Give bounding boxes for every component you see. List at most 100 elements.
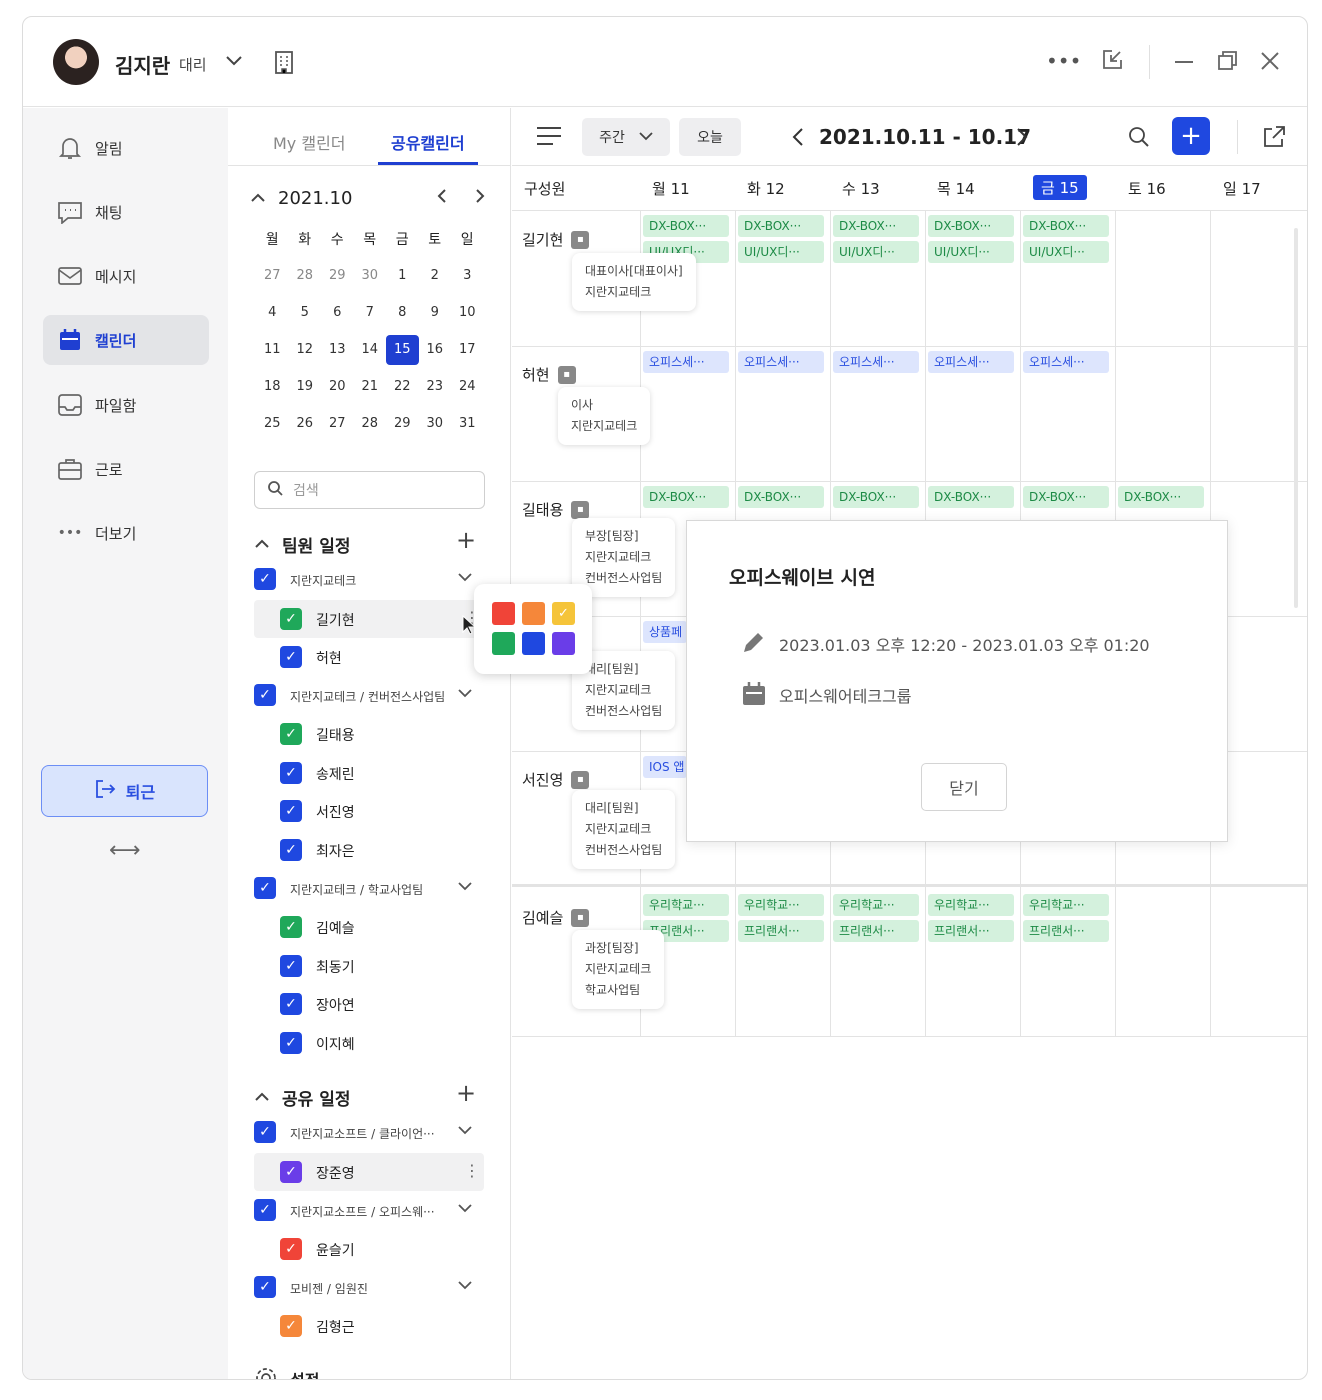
- nav-item-calendar[interactable]: 캘린더: [43, 315, 209, 365]
- event-chip[interactable]: 오피스세···: [643, 351, 729, 373]
- day-cell[interactable]: 17: [451, 342, 484, 357]
- event-chip[interactable]: DX-BOX···: [643, 215, 729, 237]
- event-chip[interactable]: 오피스세···: [738, 351, 824, 373]
- day-cell[interactable]: 9: [419, 305, 452, 320]
- member-name[interactable]: 서진영 ▪: [522, 769, 590, 790]
- checkbox[interactable]: ✓: [254, 877, 276, 899]
- tab-shared-calendar[interactable]: 공유캘린더: [391, 130, 465, 154]
- checkbox[interactable]: ✓: [280, 723, 302, 745]
- day-cell[interactable]: 13: [321, 342, 354, 357]
- chevron-down-icon[interactable]: [458, 570, 472, 586]
- event-chip[interactable]: UI/UX디···: [928, 241, 1014, 263]
- day-header-today[interactable]: 금 15: [1033, 175, 1087, 200]
- day-header-cell[interactable]: 일 17: [1223, 178, 1261, 199]
- team-section-header[interactable]: 팀원 일정: [254, 532, 350, 557]
- day-cell[interactable]: 27: [256, 268, 289, 283]
- checkbox[interactable]: ✓: [280, 955, 302, 977]
- day-cell[interactable]: 27: [321, 416, 354, 431]
- member-name[interactable]: 길기현 ▪: [522, 229, 590, 250]
- event-chip[interactable]: 프리랜서···: [1023, 920, 1109, 942]
- checkbox[interactable]: ✓: [254, 568, 276, 590]
- day-cell[interactable]: 14: [354, 342, 387, 357]
- day-cell[interactable]: 19: [289, 379, 322, 394]
- event-chip[interactable]: 오피스세···: [928, 351, 1014, 373]
- profile-icon[interactable]: ▪: [571, 230, 590, 249]
- event-chip[interactable]: 상품페: [643, 621, 687, 643]
- building-icon[interactable]: [273, 49, 295, 79]
- event-chip[interactable]: IOS 앱: [643, 756, 687, 778]
- today-button[interactable]: 오늘: [679, 118, 741, 156]
- event-chip[interactable]: DX-BOX···: [1023, 215, 1109, 237]
- day-header-cell[interactable]: 토 16: [1128, 178, 1166, 199]
- event-chip[interactable]: DX-BOX···: [738, 215, 824, 237]
- restore-icon[interactable]: [1216, 49, 1240, 77]
- event-chip[interactable]: 우리학교···: [928, 894, 1014, 916]
- checkbox[interactable]: ✓: [280, 1161, 302, 1183]
- checkbox[interactable]: ✓: [280, 839, 302, 861]
- event-chip[interactable]: 오피스세···: [833, 351, 919, 373]
- avatar[interactable]: [53, 39, 99, 85]
- event-chip[interactable]: 우리학교···: [643, 894, 729, 916]
- day-cell[interactable]: 21: [354, 379, 387, 394]
- profile-icon[interactable]: ▪: [557, 365, 576, 384]
- checkbox[interactable]: ✓: [254, 1276, 276, 1298]
- color-swatch-yellow[interactable]: ✓: [552, 602, 575, 625]
- next-month-icon[interactable]: [474, 188, 486, 209]
- day-cell[interactable]: 29: [386, 416, 419, 431]
- shared-section-header[interactable]: 공유 일정: [254, 1085, 350, 1110]
- day-cell-selected[interactable]: 15: [386, 334, 419, 365]
- checkbox[interactable]: ✓: [280, 916, 302, 938]
- day-cell[interactable]: 6: [321, 305, 354, 320]
- nav-item-more[interactable]: ••• 더보기: [43, 508, 209, 558]
- checkbox[interactable]: ✓: [280, 800, 302, 822]
- day-cell[interactable]: 30: [419, 416, 452, 431]
- checkbox[interactable]: ✓: [254, 1121, 276, 1143]
- add-event-button[interactable]: +: [1172, 117, 1210, 155]
- prev-month-icon[interactable]: [436, 188, 448, 209]
- chevron-down-icon[interactable]: [458, 1278, 472, 1294]
- chevron-down-icon[interactable]: [458, 1201, 472, 1217]
- gear-icon[interactable]: [254, 1366, 278, 1379]
- event-chip[interactable]: DX-BOX···: [833, 215, 919, 237]
- event-chip[interactable]: DX-BOX···: [1118, 486, 1204, 508]
- view-select[interactable]: 주간: [582, 118, 670, 156]
- checkbox[interactable]: ✓: [280, 993, 302, 1015]
- search-icon[interactable]: [1128, 126, 1150, 152]
- day-header-cell[interactable]: 월 11: [652, 178, 690, 199]
- checkbox[interactable]: ✓: [280, 1032, 302, 1054]
- day-header-cell[interactable]: 수 13: [842, 178, 880, 199]
- day-cell[interactable]: 8: [386, 305, 419, 320]
- event-chip[interactable]: 프리랜서···: [928, 920, 1014, 942]
- chevron-down-icon[interactable]: [458, 1123, 472, 1139]
- day-cell[interactable]: 22: [386, 379, 419, 394]
- prev-week-icon[interactable]: [792, 127, 804, 151]
- day-header-cell[interactable]: 화 12: [747, 178, 785, 199]
- color-swatch-blue[interactable]: [522, 632, 545, 655]
- chevron-down-icon[interactable]: [458, 686, 472, 702]
- minimize-to-tray-icon[interactable]: [1100, 48, 1124, 76]
- menu-icon[interactable]: [536, 125, 562, 151]
- checkbox[interactable]: ✓: [280, 646, 302, 668]
- event-chip[interactable]: 우리학교···: [833, 894, 919, 916]
- more-vertical-icon[interactable]: ⋮: [464, 1161, 480, 1180]
- profile-icon[interactable]: ▪: [571, 500, 590, 519]
- event-chip[interactable]: DX-BOX···: [738, 486, 824, 508]
- search-input[interactable]: 검색: [254, 471, 485, 509]
- day-cell[interactable]: 23: [419, 379, 452, 394]
- nav-item-work[interactable]: 근로: [43, 444, 209, 494]
- external-link-icon[interactable]: [1262, 125, 1286, 153]
- day-cell[interactable]: 30: [354, 268, 387, 283]
- day-cell[interactable]: 18: [256, 379, 289, 394]
- day-cell[interactable]: 28: [354, 416, 387, 431]
- scrollbar[interactable]: [1294, 228, 1298, 608]
- nav-item-files[interactable]: 파일함: [43, 380, 209, 430]
- event-chip[interactable]: DX-BOX···: [928, 215, 1014, 237]
- add-icon[interactable]: +: [456, 526, 476, 554]
- day-cell[interactable]: 12: [289, 342, 322, 357]
- day-cell[interactable]: 5: [289, 305, 322, 320]
- profile-icon[interactable]: ▪: [571, 770, 590, 789]
- color-swatch-green[interactable]: [492, 632, 515, 655]
- day-cell[interactable]: 4: [256, 305, 289, 320]
- profile-icon[interactable]: ▪: [571, 908, 590, 927]
- event-chip[interactable]: UI/UX디···: [738, 241, 824, 263]
